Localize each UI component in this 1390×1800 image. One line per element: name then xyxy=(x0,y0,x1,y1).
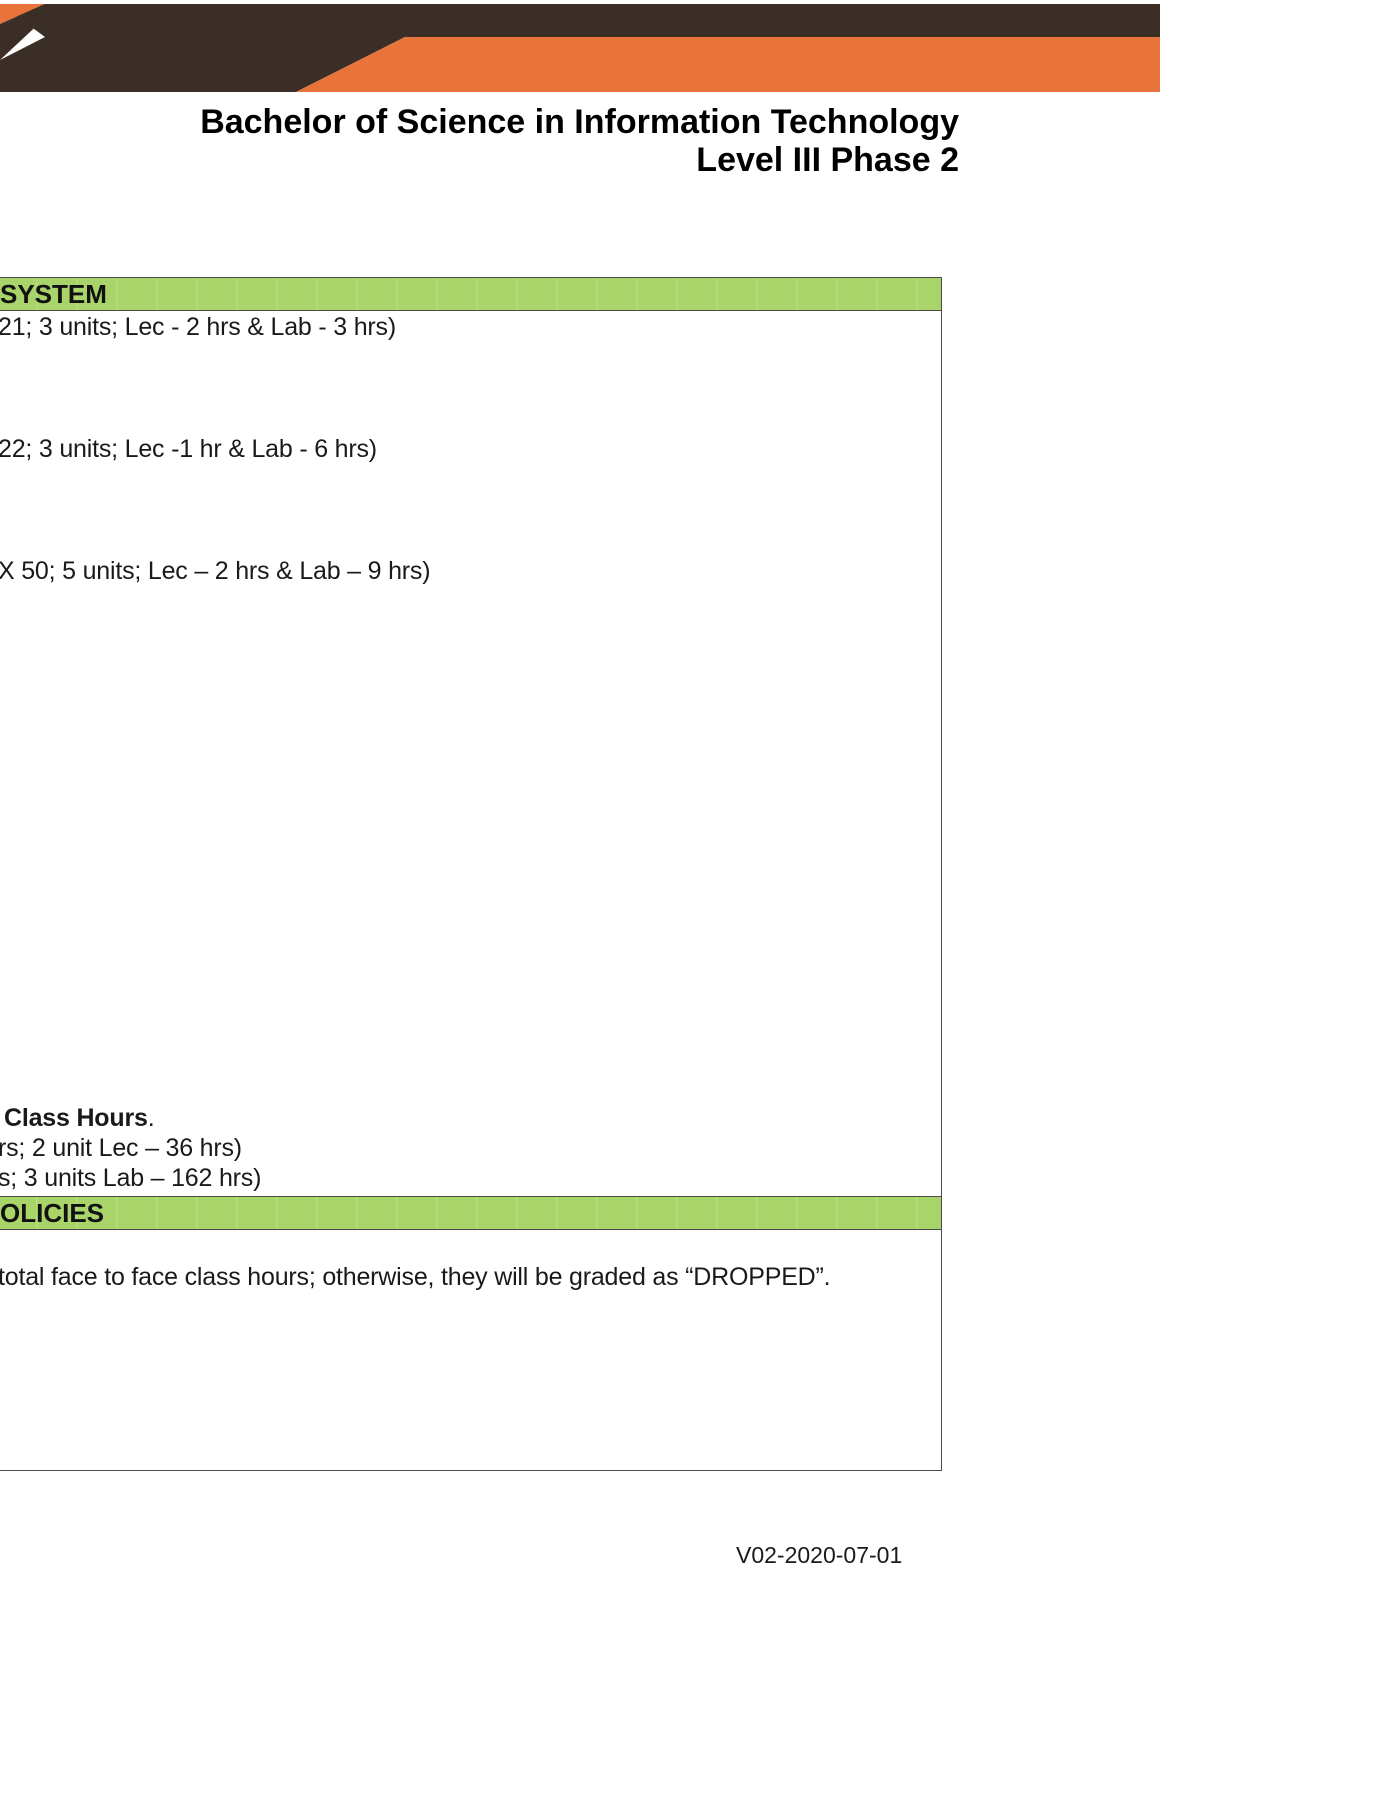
policies-header: OLICIES xyxy=(0,1196,941,1230)
document-heading: Bachelor of Science in Information Techn… xyxy=(200,103,959,179)
grading-system-header-label: SYSTEM xyxy=(0,279,107,309)
lab-hours-line: s; 3 units Lab – 162 hrs) xyxy=(0,1164,262,1192)
level-phase: Level III Phase 2 xyxy=(696,141,959,179)
course-line-2: 22; 3 units; Lec -1 hr & Lab - 6 hrs) xyxy=(0,435,377,463)
header-banner xyxy=(0,0,1160,95)
class-hours-line: Class Hours. xyxy=(4,1103,155,1133)
attendance-policy-line: total face to face class hours; otherwis… xyxy=(0,1263,831,1291)
class-hours-label: Class Hours xyxy=(4,1104,148,1132)
banner-graphic xyxy=(0,4,1160,92)
course-line-1: 21; 3 units; Lec - 2 hrs & Lab - 3 hrs) xyxy=(0,313,396,341)
course-line-3: X 50; 5 units; Lec – 2 hrs & Lab – 9 hrs… xyxy=(0,557,431,585)
policies-header-label: OLICIES xyxy=(0,1198,105,1228)
banner-accent-band xyxy=(296,37,1160,92)
syllabus-table: SYSTEM 21; 3 units; Lec - 2 hrs & Lab - … xyxy=(0,277,942,1471)
class-hours-period: . xyxy=(147,1104,155,1132)
program-title: Bachelor of Science in Information Techn… xyxy=(200,103,959,141)
lec-hours-line: rs; 2 unit Lec – 36 hrs) xyxy=(0,1134,242,1162)
version-code: V02-2020-07-01 xyxy=(736,1542,903,1568)
grading-system-header: SYSTEM xyxy=(0,278,941,311)
